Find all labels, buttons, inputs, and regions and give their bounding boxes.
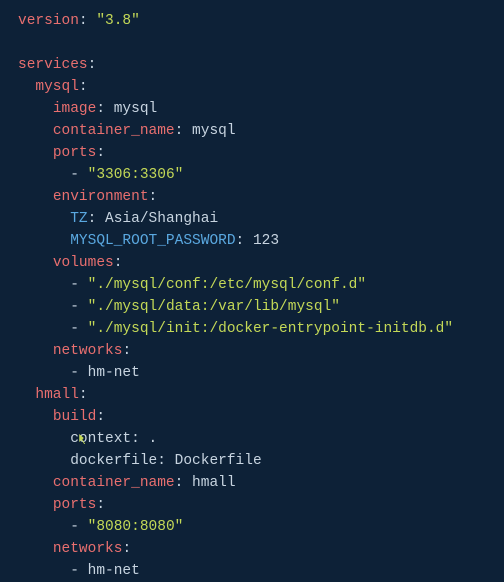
env-rootpw-key: MYSQL_ROOT_PASSWORD xyxy=(70,233,235,249)
service-hmall: hmall xyxy=(35,387,79,403)
mysql-net-0: hm-net xyxy=(88,365,140,381)
hmall-net-0: hm-net xyxy=(88,563,140,579)
key-ports: ports xyxy=(53,145,97,161)
code-block: version: "3.8" services: mysql: image: m… xyxy=(0,0,504,582)
key-ports-hmall: ports xyxy=(53,497,97,513)
val-dockerfile: Dockerfile xyxy=(175,453,262,469)
key-dockerfile: dockerfile xyxy=(70,453,157,469)
key-networks: networks xyxy=(53,343,123,359)
key-volumes: volumes xyxy=(53,255,114,271)
val-context: . xyxy=(149,431,158,447)
key-environment: environment xyxy=(53,189,149,205)
val-container-name: mysql xyxy=(192,123,236,139)
env-rootpw-val: 123 xyxy=(253,233,279,249)
mysql-port-0: "3306:3306" xyxy=(88,167,184,183)
hmall-port-0: "8080:8080" xyxy=(88,519,184,535)
val-version: "3.8" xyxy=(96,13,140,29)
key-version: version xyxy=(18,13,79,29)
key-context: context xyxy=(70,428,131,450)
mysql-vol-1: "./mysql/data:/var/lib/mysql" xyxy=(88,299,340,315)
key-container-name: container_name xyxy=(53,123,175,139)
key-services: services xyxy=(18,57,88,73)
key-container-name-hmall: container_name xyxy=(53,475,175,491)
env-tz-key: TZ xyxy=(70,211,87,227)
key-image: image xyxy=(53,101,97,117)
mysql-vol-2: "./mysql/init:/docker-entrypoint-initdb.… xyxy=(88,321,453,337)
val-image: mysql xyxy=(114,101,158,117)
key-networks-hmall: networks xyxy=(53,541,123,557)
env-tz-val: Asia/Shanghai xyxy=(105,211,218,227)
key-build: build xyxy=(53,409,97,425)
service-mysql: mysql xyxy=(35,79,79,95)
mysql-vol-0: "./mysql/conf:/etc/mysql/conf.d" xyxy=(88,277,366,293)
val-container-name-hmall: hmall xyxy=(192,475,236,491)
